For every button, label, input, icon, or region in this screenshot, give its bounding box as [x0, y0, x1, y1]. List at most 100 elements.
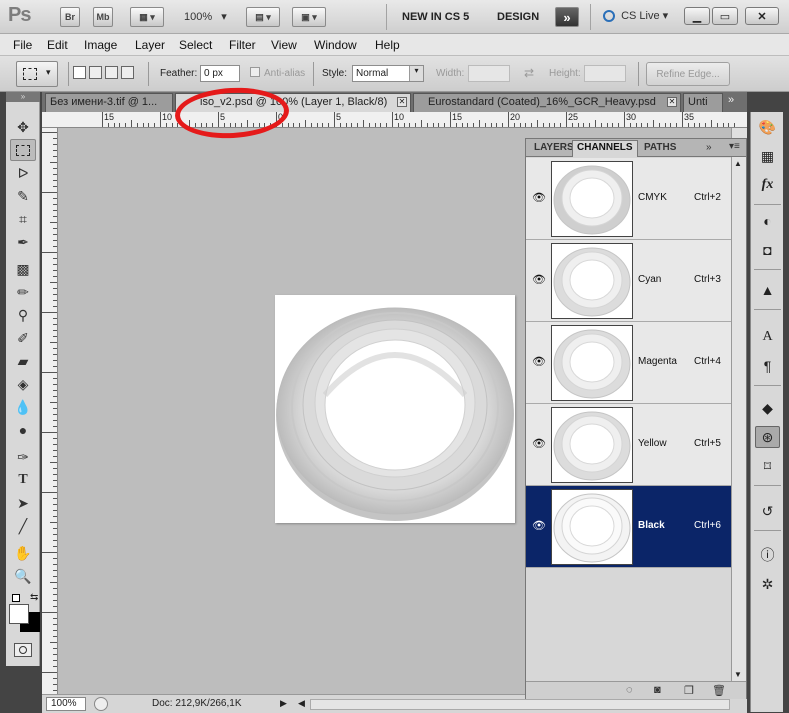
status-preview-icon[interactable]: [94, 697, 108, 711]
menu-edit[interactable]: Edit: [47, 38, 68, 52]
delete-channel-icon[interactable]: 🗑: [712, 684, 726, 697]
paragraph-icon[interactable]: ¶: [755, 355, 780, 377]
lasso-tool-icon[interactable]: ᐅ: [10, 162, 36, 184]
bridge-button[interactable]: Br: [60, 7, 80, 27]
refine-edge-button[interactable]: Refine Edge...: [646, 62, 730, 86]
character-icon[interactable]: A: [755, 326, 780, 348]
foreground-color-swatch[interactable]: [9, 604, 29, 624]
visibility-eye-icon[interactable]: 👁: [532, 437, 546, 451]
view-extras-button[interactable]: ▦ ▾: [130, 7, 164, 27]
workspace-new-in-cs5[interactable]: NEW IN CS 5: [402, 11, 469, 23]
panel-scrollbar[interactable]: ▲ ▼: [731, 157, 746, 681]
subtract-from-selection-icon[interactable]: [105, 66, 118, 79]
visibility-eye-icon[interactable]: 👁: [532, 273, 546, 287]
channel-row-cyan[interactable]: 👁 Cyan Ctrl+3: [526, 240, 731, 322]
info-icon[interactable]: ⓘ: [755, 544, 780, 566]
workspace-design[interactable]: DESIGN: [497, 11, 539, 23]
menu-layer[interactable]: Layer: [135, 38, 165, 52]
eraser-tool-icon[interactable]: ▰: [10, 350, 36, 372]
minimize-button[interactable]: ▁: [684, 7, 710, 25]
spot-healing-brush-tool-icon[interactable]: ▩: [10, 258, 36, 280]
channel-row-magenta[interactable]: 👁 Magenta Ctrl+4: [526, 322, 731, 404]
feather-input[interactable]: 0 px: [200, 65, 240, 82]
close-tab-icon[interactable]: ✕: [397, 97, 407, 107]
canvas-horizontal-scrollbar[interactable]: [310, 699, 730, 710]
tab-layers[interactable]: LAYERS: [530, 141, 578, 154]
tools-panel-header[interactable]: »: [6, 92, 40, 102]
document-image[interactable]: [275, 295, 515, 523]
swap-colors-icon[interactable]: ⇆: [30, 592, 38, 603]
document-tab[interactable]: Eurostandard (Coated)_16%_GCR_Heavy.psd …: [413, 93, 681, 112]
status-zoom-field[interactable]: 100%: [46, 697, 86, 711]
adjustments-icon[interactable]: ◐: [755, 210, 780, 232]
visibility-eye-icon[interactable]: 👁: [532, 355, 546, 369]
swap-dimensions-icon[interactable]: ⇄: [524, 66, 534, 80]
menu-view[interactable]: View: [271, 38, 297, 52]
zoom-level-dropdown[interactable]: 100% ▾: [184, 10, 227, 23]
panel-collapse-icon[interactable]: »: [706, 142, 712, 153]
quick-mask-icon[interactable]: [14, 643, 32, 657]
rectangular-marquee-tool-icon[interactable]: [10, 139, 36, 161]
width-input[interactable]: [468, 65, 510, 82]
menu-filter[interactable]: Filter: [229, 38, 256, 52]
maximize-button[interactable]: ▭: [712, 7, 738, 25]
pen-tool-icon[interactable]: ✑: [10, 446, 36, 468]
tool-preset-picker[interactable]: ▾: [16, 61, 58, 87]
more-workspaces-button[interactable]: »: [555, 7, 579, 27]
dodge-tool-icon[interactable]: ●: [10, 419, 36, 441]
more-tabs-icon[interactable]: »: [728, 94, 734, 106]
scroll-down-icon[interactable]: ▼: [734, 670, 742, 679]
crop-tool-icon[interactable]: ⌗: [10, 208, 36, 230]
panel-menu-icon[interactable]: ▾≡: [729, 141, 740, 152]
close-button[interactable]: ✕: [745, 7, 779, 25]
quick-selection-tool-icon[interactable]: ✎: [10, 185, 36, 207]
document-tab[interactable]: Unti: [683, 93, 723, 112]
blur-tool-icon[interactable]: 💧: [10, 396, 36, 418]
clone-stamp-tool-icon[interactable]: ⚲: [10, 304, 36, 326]
style-select[interactable]: Normal ▾: [352, 65, 424, 82]
close-tab-icon[interactable]: ✕: [667, 97, 677, 107]
status-menu-arrow-icon[interactable]: ▶: [280, 698, 287, 709]
paint-bucket-tool-icon[interactable]: ◈: [10, 373, 36, 395]
line-tool-icon[interactable]: ╱: [10, 515, 36, 537]
type-tool-icon[interactable]: T: [10, 469, 36, 491]
masks-icon[interactable]: ◘: [755, 239, 780, 261]
hand-tool-icon[interactable]: ✋: [10, 542, 36, 564]
brush-tool-icon[interactable]: ✏: [10, 281, 36, 303]
channel-row-yellow[interactable]: 👁 Yellow Ctrl+5: [526, 404, 731, 486]
intersect-selection-icon[interactable]: [121, 66, 134, 79]
menu-help[interactable]: Help: [375, 38, 400, 52]
channel-row-cmyk[interactable]: 👁 CMYK Ctrl+2: [526, 158, 731, 240]
default-colors-icon[interactable]: [12, 594, 20, 602]
path-selection-tool-icon[interactable]: ➤: [10, 492, 36, 514]
color-palette-icon[interactable]: 🎨: [755, 116, 780, 138]
arrange-documents-button[interactable]: ▤ ▾: [246, 7, 280, 27]
navigator-icon[interactable]: ✲: [755, 573, 780, 595]
menu-select[interactable]: Select: [179, 38, 212, 52]
new-selection-icon[interactable]: [73, 66, 86, 79]
save-selection-as-channel-icon[interactable]: ◙: [654, 684, 661, 696]
channel-row-black[interactable]: 👁 Black Ctrl+6: [526, 486, 731, 568]
swatches-icon[interactable]: ▦: [755, 145, 780, 167]
visibility-eye-icon[interactable]: 👁: [532, 191, 546, 205]
move-tool-icon[interactable]: ✥: [10, 116, 36, 138]
histogram-icon[interactable]: ▲: [755, 279, 780, 301]
scroll-left-icon[interactable]: ◀: [298, 698, 305, 709]
visibility-eye-icon[interactable]: 👁: [532, 519, 546, 533]
anti-alias-checkbox[interactable]: [250, 67, 260, 77]
cs-live-button[interactable]: CS Live ▾: [603, 9, 668, 23]
new-channel-icon[interactable]: ❐: [684, 684, 694, 697]
menu-window[interactable]: Window: [314, 38, 357, 52]
menu-image[interactable]: Image: [84, 38, 117, 52]
styles-fx-icon[interactable]: fx: [755, 174, 780, 196]
load-channel-as-selection-icon[interactable]: ◌: [626, 684, 633, 696]
menu-file[interactable]: File: [13, 38, 32, 52]
screen-mode-button[interactable]: ▣ ▾: [292, 7, 326, 27]
tab-channels[interactable]: CHANNELS: [572, 140, 638, 157]
zoom-tool-icon[interactable]: 🔍: [10, 565, 36, 587]
add-to-selection-icon[interactable]: [89, 66, 102, 79]
scroll-up-icon[interactable]: ▲: [734, 159, 742, 168]
tab-paths[interactable]: PATHS: [640, 141, 680, 154]
channels-icon[interactable]: ⊛: [755, 426, 780, 448]
layers-icon[interactable]: ◆: [755, 397, 780, 419]
